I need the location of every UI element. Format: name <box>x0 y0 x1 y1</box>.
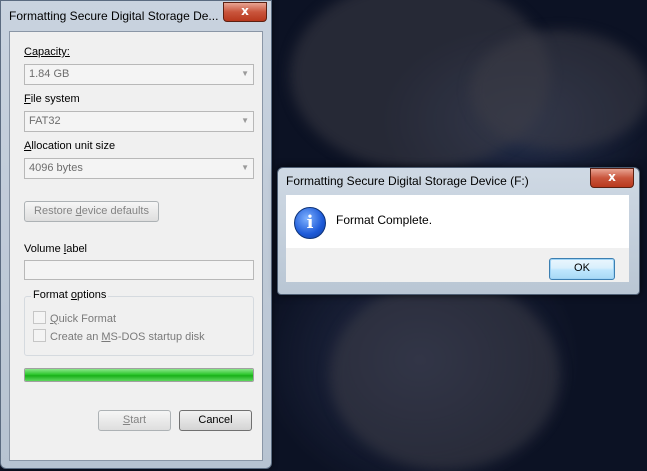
dialog-title: Formatting Secure Digital Storage Device… <box>286 174 529 188</box>
restore-defaults-button[interactable]: Restore device defaults <box>24 201 159 222</box>
dialog-footer: OK <box>286 248 629 282</box>
ok-button[interactable]: OK <box>549 258 615 280</box>
format-progress-bar <box>24 368 254 382</box>
capacity-label: Capacity: <box>24 46 70 58</box>
chevron-down-icon: ▼ <box>241 163 249 172</box>
allocation-select[interactable]: 4096 bytes ▼ <box>24 158 254 179</box>
start-button[interactable]: Start <box>98 410 171 431</box>
volume-label-input[interactable] <box>24 260 254 280</box>
chevron-down-icon: ▼ <box>241 116 249 125</box>
quick-format-checkbox[interactable]: Quick Format <box>33 311 116 325</box>
capacity-select[interactable]: 1.84 GB ▼ <box>24 64 254 85</box>
allocation-label: Allocation unit size <box>24 140 116 152</box>
info-icon: i <box>294 207 326 239</box>
file-system-value: FAT32 <box>29 115 61 127</box>
dialog-body: i Format Complete. <box>286 195 629 248</box>
close-button[interactable]: x <box>223 2 267 22</box>
progress-fill <box>25 369 253 381</box>
format-options-group: Format options Quick Format Create an MS… <box>24 289 254 356</box>
chevron-down-icon: ▼ <box>241 69 249 78</box>
format-options-legend: Format options <box>31 289 109 301</box>
format-complete-dialog: Formatting Secure Digital Storage Device… <box>277 167 640 295</box>
file-system-select[interactable]: FAT32 ▼ <box>24 111 254 132</box>
volume-label-label: Volume label <box>24 243 87 255</box>
window-title: Formatting Secure Digital Storage De... <box>9 9 219 23</box>
allocation-value: 4096 bytes <box>29 162 83 174</box>
msdos-startup-checkbox[interactable]: Create an MS-DOS startup disk <box>33 329 205 343</box>
cancel-button[interactable]: Cancel <box>179 410 252 431</box>
format-panel: Capacity: 1.84 GB ▼ File system FAT32 ▼ … <box>9 31 263 461</box>
file-system-label: File system <box>24 93 80 105</box>
title-bar[interactable]: Formatting Secure Digital Storage De... … <box>1 1 271 31</box>
dialog-message: Format Complete. <box>336 213 433 227</box>
dialog-close-button[interactable]: x <box>590 168 634 188</box>
close-icon: x <box>241 4 249 18</box>
format-window: Formatting Secure Digital Storage De... … <box>0 0 272 469</box>
capacity-value: 1.84 GB <box>29 68 70 80</box>
close-icon: x <box>608 170 616 184</box>
